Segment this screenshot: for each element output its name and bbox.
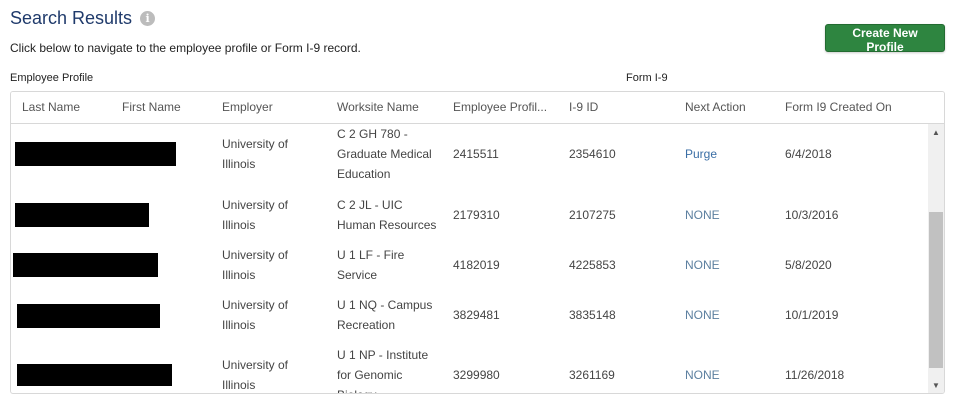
next-action-link[interactable]: NONE xyxy=(685,205,720,225)
scroll-up-arrow-icon[interactable]: ▲ xyxy=(928,124,944,140)
results-grid: Last Name First Name Employer Worksite N… xyxy=(10,91,945,394)
table-row[interactable]: University of Illinois C 2 GH 780 - Grad… xyxy=(11,124,927,184)
create-new-profile-button[interactable]: Create New Profile xyxy=(825,24,945,54)
next-action-link[interactable]: NONE xyxy=(685,305,720,325)
redacted-name xyxy=(17,304,160,328)
employee-profile-label: Employee Profile xyxy=(10,72,94,84)
info-icon[interactable]: i xyxy=(140,11,156,26)
next-action-link[interactable]: Purge xyxy=(685,144,717,164)
scroll-down-arrow-icon[interactable]: ▼ xyxy=(928,377,944,393)
employer-cell: University of Illinois xyxy=(222,298,289,332)
next-action-link[interactable]: NONE xyxy=(685,255,720,275)
profile-id-cell[interactable]: 3299980 xyxy=(453,365,500,385)
worksite-cell: C 2 GH 780 - Graduate Medical Education xyxy=(337,127,432,181)
i9-id-cell[interactable]: 3835148 xyxy=(569,305,616,325)
vertical-scrollbar[interactable]: ▲ ▼ xyxy=(928,124,944,393)
redacted-name xyxy=(15,142,176,166)
redacted-name xyxy=(13,253,158,277)
worksite-cell: C 2 JL - UIC Human Resources xyxy=(337,198,437,232)
created-on-cell: 10/3/2016 xyxy=(785,208,839,222)
column-header-last-name[interactable]: Last Name xyxy=(22,92,117,123)
created-on-cell: 11/26/2018 xyxy=(785,368,845,382)
table-row[interactable]: University of Illinois U 1 NP - Institut… xyxy=(11,345,927,393)
redacted-name xyxy=(17,364,172,386)
created-on-cell: 5/8/2020 xyxy=(785,258,832,272)
worksite-cell: U 1 NP - Institute for Genomic Biology xyxy=(337,348,429,393)
title-area: Search Results i xyxy=(10,8,156,29)
scroll-thumb[interactable] xyxy=(929,212,943,368)
worksite-cell: U 1 LF - Fire Service xyxy=(337,248,405,282)
employer-cell: University of Illinois xyxy=(222,248,289,282)
column-header-employer[interactable]: Employer xyxy=(222,92,332,123)
employer-cell: University of Illinois xyxy=(222,198,289,232)
column-header-first-name[interactable]: First Name xyxy=(122,92,217,123)
form-i9-label: Form I-9 xyxy=(626,72,668,84)
created-on-cell: 6/4/2018 xyxy=(785,147,832,161)
table-row[interactable]: University of Illinois C 2 JL - UIC Huma… xyxy=(11,184,927,244)
i9-id-cell[interactable]: 2107275 xyxy=(569,205,616,225)
grid-body: University of Illinois C 2 GH 780 - Grad… xyxy=(11,124,927,393)
redacted-name xyxy=(15,203,149,227)
created-on-cell: 10/1/2019 xyxy=(785,308,839,322)
worksite-cell: U 1 NQ - Campus Recreation xyxy=(337,298,433,332)
instructions-text: Click below to navigate to the employee … xyxy=(10,41,361,55)
column-header-form-i9-created-on[interactable]: Form I9 Created On xyxy=(785,92,925,123)
i9-id-cell[interactable]: 2354610 xyxy=(569,144,616,164)
column-header-next-action[interactable]: Next Action xyxy=(685,92,785,123)
profile-id-cell[interactable]: 2179310 xyxy=(453,205,500,225)
grid-header: Last Name First Name Employer Worksite N… xyxy=(11,92,944,124)
i9-id-cell[interactable]: 4225853 xyxy=(569,255,616,275)
column-header-employee-profile[interactable]: Employee Profil... xyxy=(453,92,563,123)
i9-id-cell[interactable]: 3261169 xyxy=(569,365,615,385)
column-header-worksite-name[interactable]: Worksite Name xyxy=(337,92,447,123)
employer-cell: University of Illinois xyxy=(222,358,289,392)
profile-id-cell[interactable]: 2415511 xyxy=(453,144,499,164)
profile-id-cell[interactable]: 4182019 xyxy=(453,255,500,275)
next-action-link[interactable]: NONE xyxy=(685,365,720,385)
employer-cell: University of Illinois xyxy=(222,137,289,171)
page-title: Search Results xyxy=(10,8,133,28)
column-header-i9-id[interactable]: I-9 ID xyxy=(569,92,679,123)
profile-id-cell[interactable]: 3829481 xyxy=(453,305,500,325)
